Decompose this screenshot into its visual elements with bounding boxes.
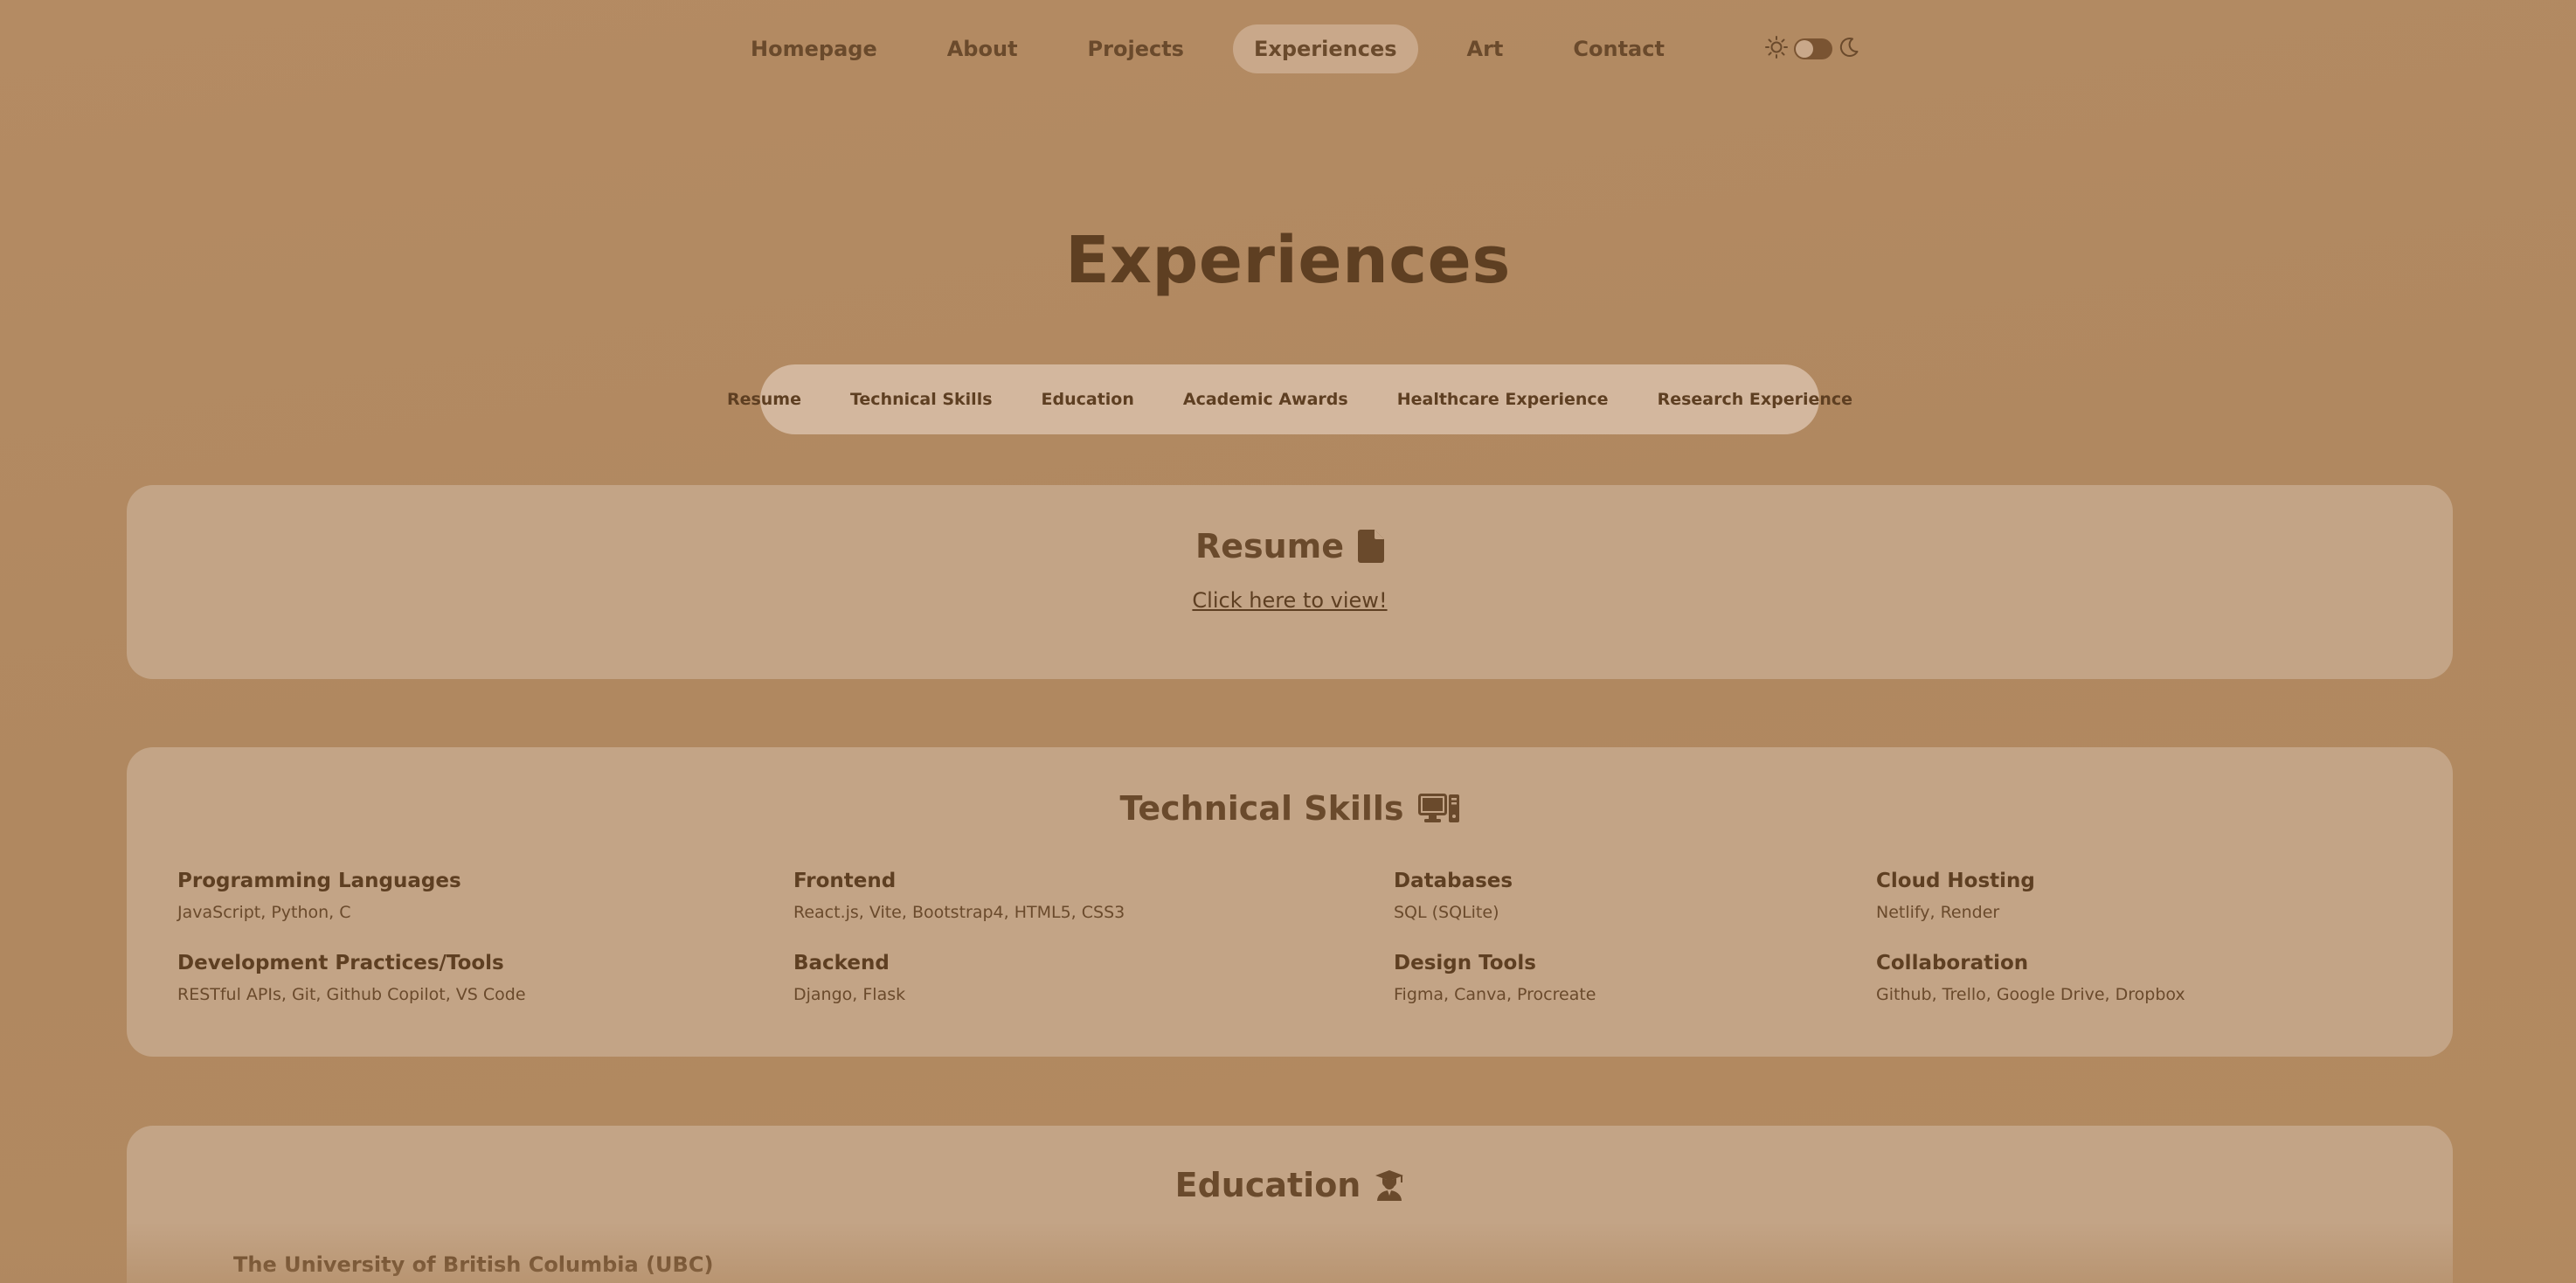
- page-title: Experiences: [1065, 223, 1511, 298]
- skill-value: Figma, Canva, Procreate: [1394, 985, 1596, 1004]
- section-link-healthcare-experience[interactable]: Healthcare Experience: [1373, 390, 1633, 409]
- skill-name: Databases: [1394, 870, 1513, 892]
- resume-card: Resume Click here to view!: [127, 485, 2453, 679]
- moon-icon: [1838, 36, 1860, 62]
- computer-icon: [1417, 794, 1460, 823]
- section-nav: Resume Technical Skills Education Academ…: [727, 364, 1852, 434]
- skill-design-tools: Design Tools Figma, Canva, Procreate: [1394, 952, 1918, 1004]
- skill-name: Design Tools: [1394, 952, 1536, 974]
- nav-art[interactable]: Art: [1446, 24, 1525, 73]
- technical-skills-title: Technical Skills: [1119, 789, 1404, 828]
- education-title: Education: [1174, 1166, 1361, 1204]
- skill-value: JavaScript, Python, C: [177, 903, 351, 922]
- graduate-icon: [1375, 1169, 1404, 1201]
- theme-switch-knob: [1795, 40, 1813, 58]
- resume-title: Resume: [1195, 527, 1345, 565]
- skill-collaboration: Collaboration Github, Trello, Google Dri…: [1876, 952, 2400, 1004]
- skill-name: Collaboration: [1876, 952, 2029, 974]
- skill-value: React.js, Vite, Bootstrap4, HTML5, CSS3: [793, 903, 1125, 922]
- skill-value: Django, Flask: [793, 985, 906, 1004]
- resume-view-link[interactable]: Click here to view!: [127, 588, 2453, 613]
- skill-cloud-hosting: Cloud Hosting Netlify, Render: [1876, 870, 2400, 922]
- skill-development-practices: Development Practices/Tools RESTful APIs…: [177, 952, 702, 1004]
- technical-skills-heading: Technical Skills: [127, 747, 2453, 828]
- section-link-research-experience[interactable]: Research Experience: [1633, 390, 1877, 409]
- skill-value: Netlify, Render: [1876, 903, 2000, 922]
- section-link-education[interactable]: Education: [1017, 390, 1159, 409]
- skill-name: Backend: [793, 952, 890, 974]
- experiences-page: Homepage About Projects Experiences Art …: [0, 0, 2576, 1283]
- top-nav: Homepage About Projects Experiences Art …: [0, 24, 2576, 73]
- theme-toggle[interactable]: [1764, 35, 1860, 63]
- nav-experiences[interactable]: Experiences: [1232, 24, 1418, 73]
- skill-databases: Databases SQL (SQLite): [1394, 870, 1918, 922]
- skill-value: SQL (SQLite): [1394, 903, 1499, 922]
- nav-projects[interactable]: Projects: [1067, 24, 1205, 73]
- nav-homepage[interactable]: Homepage: [730, 24, 898, 73]
- nav-about[interactable]: About: [926, 24, 1039, 73]
- skill-programming-languages: Programming Languages JavaScript, Python…: [177, 870, 702, 922]
- technical-skills-card: Technical Skills Programming Languages J…: [127, 747, 2453, 1057]
- theme-switch[interactable]: [1793, 38, 1832, 59]
- skill-value: Github, Trello, Google Drive, Dropbox: [1876, 985, 2185, 1004]
- nav-links: Homepage About Projects Experiences Art …: [716, 24, 1700, 73]
- skill-name: Frontend: [793, 870, 897, 892]
- skill-backend: Backend Django, Flask: [793, 952, 1318, 1004]
- nav-contact[interactable]: Contact: [1552, 24, 1686, 73]
- education-heading: Education: [127, 1126, 2453, 1204]
- skill-value: RESTful APIs, Git, Github Copilot, VS Co…: [177, 985, 526, 1004]
- skill-name: Programming Languages: [177, 870, 461, 892]
- section-link-academic-awards[interactable]: Academic Awards: [1159, 390, 1373, 409]
- education-card: Education The University of British Colu…: [127, 1126, 2453, 1283]
- sun-icon: [1764, 35, 1789, 63]
- skill-frontend: Frontend React.js, Vite, Bootstrap4, HTM…: [793, 870, 1318, 922]
- section-link-resume[interactable]: Resume: [703, 390, 826, 409]
- section-link-technical-skills[interactable]: Technical Skills: [826, 390, 1017, 409]
- file-icon: [1358, 530, 1385, 563]
- skill-name: Cloud Hosting: [1876, 870, 2035, 892]
- skill-name: Development Practices/Tools: [177, 952, 504, 974]
- education-school: The University of British Columbia (UBC): [233, 1252, 714, 1277]
- resume-heading: Resume: [127, 485, 2453, 565]
